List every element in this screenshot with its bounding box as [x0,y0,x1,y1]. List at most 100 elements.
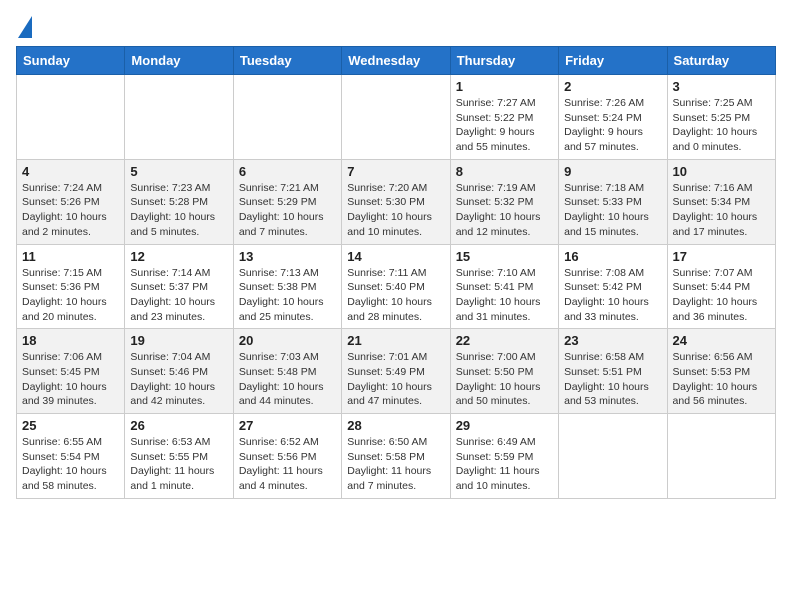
calendar-cell: 18 Sunrise: 7:06 AM Sunset: 5:45 PM Dayli… [17,329,125,414]
day-info: Sunrise: 7:19 AM Sunset: 5:32 PM Dayligh… [456,181,553,240]
calendar-cell: 2 Sunrise: 7:26 AM Sunset: 5:24 PM Daylig… [559,75,667,160]
day-number: 17 [673,249,770,264]
calendar-cell: 29 Sunrise: 6:49 AM Sunset: 5:59 PM Dayli… [450,414,558,499]
day-info: Sunrise: 7:11 AM Sunset: 5:40 PM Dayligh… [347,266,444,325]
day-info: Sunrise: 6:52 AM Sunset: 5:56 PM Dayligh… [239,435,336,494]
day-info: Sunrise: 7:27 AM Sunset: 5:22 PM Dayligh… [456,96,553,155]
calendar-cell: 22 Sunrise: 7:00 AM Sunset: 5:50 PM Dayli… [450,329,558,414]
day-info: Sunrise: 7:20 AM Sunset: 5:30 PM Dayligh… [347,181,444,240]
calendar-week-1: 1 Sunrise: 7:27 AM Sunset: 5:22 PM Daylig… [17,75,776,160]
weekday-header-row: SundayMondayTuesdayWednesdayThursdayFrid… [17,47,776,75]
calendar-cell: 15 Sunrise: 7:10 AM Sunset: 5:41 PM Dayli… [450,244,558,329]
day-info: Sunrise: 6:50 AM Sunset: 5:58 PM Dayligh… [347,435,444,494]
day-number: 6 [239,164,336,179]
weekday-header-friday: Friday [559,47,667,75]
calendar-cell: 27 Sunrise: 6:52 AM Sunset: 5:56 PM Dayli… [233,414,341,499]
day-info: Sunrise: 6:56 AM Sunset: 5:53 PM Dayligh… [673,350,770,409]
day-info: Sunrise: 7:08 AM Sunset: 5:42 PM Dayligh… [564,266,661,325]
day-number: 28 [347,418,444,433]
weekday-header-thursday: Thursday [450,47,558,75]
day-number: 1 [456,79,553,94]
day-info: Sunrise: 7:03 AM Sunset: 5:48 PM Dayligh… [239,350,336,409]
calendar-cell: 13 Sunrise: 7:13 AM Sunset: 5:38 PM Dayli… [233,244,341,329]
calendar-cell: 11 Sunrise: 7:15 AM Sunset: 5:36 PM Dayli… [17,244,125,329]
day-info: Sunrise: 7:21 AM Sunset: 5:29 PM Dayligh… [239,181,336,240]
weekday-header-tuesday: Tuesday [233,47,341,75]
calendar-cell: 6 Sunrise: 7:21 AM Sunset: 5:29 PM Daylig… [233,159,341,244]
calendar-cell: 24 Sunrise: 6:56 AM Sunset: 5:53 PM Dayli… [667,329,775,414]
day-info: Sunrise: 7:23 AM Sunset: 5:28 PM Dayligh… [130,181,227,240]
calendar-cell [233,75,341,160]
day-number: 18 [22,333,119,348]
day-number: 8 [456,164,553,179]
day-info: Sunrise: 7:26 AM Sunset: 5:24 PM Dayligh… [564,96,661,155]
calendar-cell: 16 Sunrise: 7:08 AM Sunset: 5:42 PM Dayli… [559,244,667,329]
day-info: Sunrise: 6:58 AM Sunset: 5:51 PM Dayligh… [564,350,661,409]
calendar-cell: 23 Sunrise: 6:58 AM Sunset: 5:51 PM Dayli… [559,329,667,414]
calendar-cell: 21 Sunrise: 7:01 AM Sunset: 5:49 PM Dayli… [342,329,450,414]
calendar-week-5: 25 Sunrise: 6:55 AM Sunset: 5:54 PM Dayli… [17,414,776,499]
day-number: 24 [673,333,770,348]
day-info: Sunrise: 7:10 AM Sunset: 5:41 PM Dayligh… [456,266,553,325]
day-number: 9 [564,164,661,179]
day-number: 12 [130,249,227,264]
day-number: 2 [564,79,661,94]
calendar-cell: 9 Sunrise: 7:18 AM Sunset: 5:33 PM Daylig… [559,159,667,244]
calendar-cell: 3Sunrise: 7:25 AM Sunset: 5:25 PM Daylig… [667,75,775,160]
calendar-cell: 25 Sunrise: 6:55 AM Sunset: 5:54 PM Dayli… [17,414,125,499]
day-info: Sunrise: 7:15 AM Sunset: 5:36 PM Dayligh… [22,266,119,325]
calendar-cell: 17Sunrise: 7:07 AM Sunset: 5:44 PM Dayli… [667,244,775,329]
day-number: 3 [673,79,770,94]
day-number: 19 [130,333,227,348]
calendar-cell: 5 Sunrise: 7:23 AM Sunset: 5:28 PM Daylig… [125,159,233,244]
day-info: Sunrise: 6:53 AM Sunset: 5:55 PM Dayligh… [130,435,227,494]
calendar-cell: 1 Sunrise: 7:27 AM Sunset: 5:22 PM Daylig… [450,75,558,160]
calendar-body: 1 Sunrise: 7:27 AM Sunset: 5:22 PM Daylig… [17,75,776,499]
day-number: 21 [347,333,444,348]
weekday-header-monday: Monday [125,47,233,75]
day-number: 29 [456,418,553,433]
calendar-cell [125,75,233,160]
day-number: 26 [130,418,227,433]
day-info: Sunrise: 7:16 AM Sunset: 5:34 PM Dayligh… [673,181,770,240]
day-info: Sunrise: 7:00 AM Sunset: 5:50 PM Dayligh… [456,350,553,409]
logo-triangle-icon [18,16,32,38]
day-number: 23 [564,333,661,348]
day-info: Sunrise: 7:01 AM Sunset: 5:49 PM Dayligh… [347,350,444,409]
day-number: 15 [456,249,553,264]
calendar-cell: 19 Sunrise: 7:04 AM Sunset: 5:46 PM Dayli… [125,329,233,414]
day-info: Sunrise: 7:18 AM Sunset: 5:33 PM Dayligh… [564,181,661,240]
weekday-header-wednesday: Wednesday [342,47,450,75]
day-info: Sunrise: 7:13 AM Sunset: 5:38 PM Dayligh… [239,266,336,325]
day-info: Sunrise: 7:24 AM Sunset: 5:26 PM Dayligh… [22,181,119,240]
calendar-cell: 26 Sunrise: 6:53 AM Sunset: 5:55 PM Dayli… [125,414,233,499]
day-number: 4 [22,164,119,179]
weekday-header-sunday: Sunday [17,47,125,75]
calendar-cell: 28 Sunrise: 6:50 AM Sunset: 5:58 PM Dayli… [342,414,450,499]
calendar-table: SundayMondayTuesdayWednesdayThursdayFrid… [16,46,776,499]
day-info: Sunrise: 6:55 AM Sunset: 5:54 PM Dayligh… [22,435,119,494]
day-info: Sunrise: 6:49 AM Sunset: 5:59 PM Dayligh… [456,435,553,494]
calendar-cell [342,75,450,160]
calendar-cell: 10Sunrise: 7:16 AM Sunset: 5:34 PM Dayli… [667,159,775,244]
day-number: 25 [22,418,119,433]
calendar-cell: 20 Sunrise: 7:03 AM Sunset: 5:48 PM Dayli… [233,329,341,414]
calendar-cell [17,75,125,160]
day-number: 16 [564,249,661,264]
calendar-cell [559,414,667,499]
calendar-cell: 4 Sunrise: 7:24 AM Sunset: 5:26 PM Daylig… [17,159,125,244]
logo [16,16,32,38]
day-number: 27 [239,418,336,433]
day-number: 5 [130,164,227,179]
day-number: 14 [347,249,444,264]
day-number: 22 [456,333,553,348]
calendar-cell: 12Sunrise: 7:14 AM Sunset: 5:37 PM Dayli… [125,244,233,329]
day-number: 13 [239,249,336,264]
header [16,16,776,38]
day-info: Sunrise: 7:04 AM Sunset: 5:46 PM Dayligh… [130,350,227,409]
day-info: Sunrise: 7:06 AM Sunset: 5:45 PM Dayligh… [22,350,119,409]
calendar-week-2: 4 Sunrise: 7:24 AM Sunset: 5:26 PM Daylig… [17,159,776,244]
day-number: 20 [239,333,336,348]
calendar-cell: 14 Sunrise: 7:11 AM Sunset: 5:40 PM Dayli… [342,244,450,329]
day-number: 11 [22,249,119,264]
